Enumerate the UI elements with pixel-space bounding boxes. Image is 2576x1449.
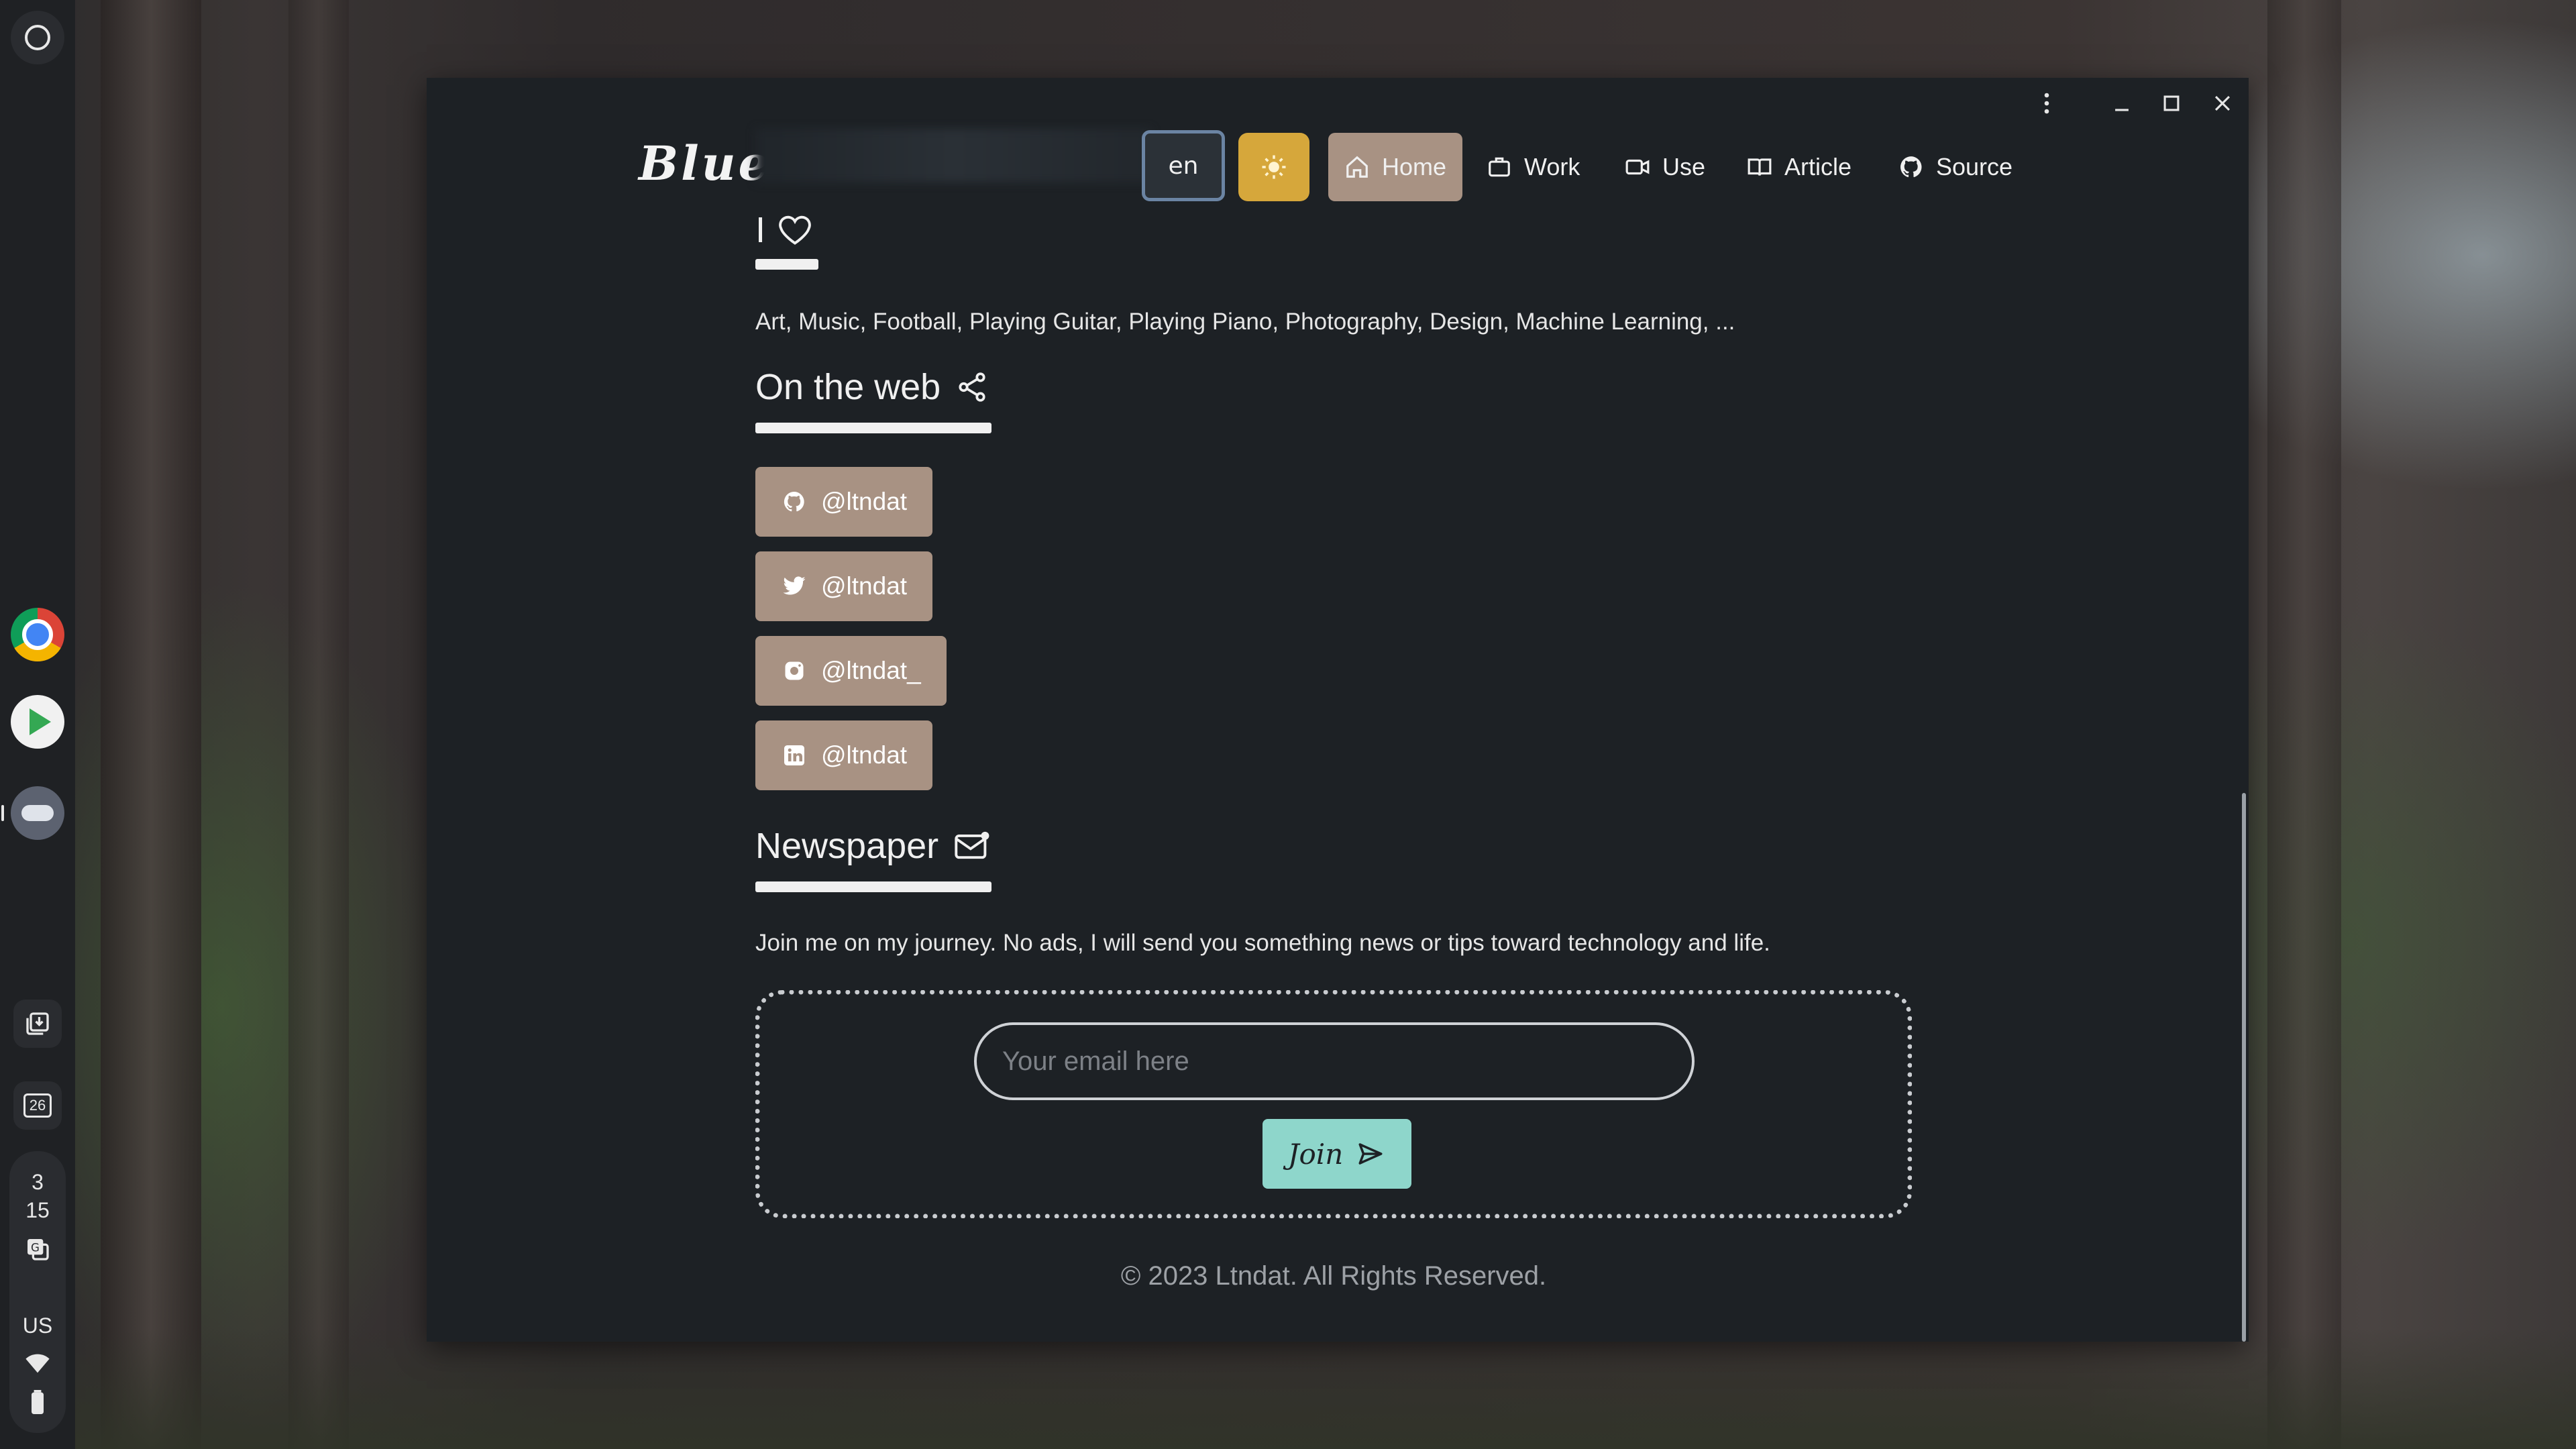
translate-icon: G <box>9 1236 66 1268</box>
web-heading-text: On the web <box>755 367 941 407</box>
downloads-icon[interactable] <box>13 1000 62 1048</box>
section-heading-love: I <box>755 209 812 251</box>
interests-text: Art, Music, Football, Playing Guitar, Pl… <box>755 309 1735 335</box>
nav-work-label: Work <box>1524 153 1580 180</box>
wallpaper-tree <box>101 0 201 1449</box>
linkedin-handle: @ltndat <box>821 741 908 769</box>
heading-underline <box>755 259 818 270</box>
book-icon <box>1748 158 1772 176</box>
nav-home[interactable]: Home <box>1328 133 1462 201</box>
join-button[interactable]: Join <box>1263 1119 1411 1189</box>
site-logo[interactable]: Blue <box>639 136 771 191</box>
newspaper-description: Join me on my journey. No ads, I will se… <box>755 930 1770 956</box>
play-store-app-icon[interactable] <box>11 695 64 749</box>
clock-hour: 3 <box>32 1170 44 1194</box>
home-icon <box>1346 156 1368 178</box>
github-icon <box>1900 156 1922 178</box>
nav-work[interactable]: Work <box>1487 133 1580 201</box>
section-heading-web: On the web <box>755 366 989 408</box>
github-link-button[interactable]: @ltndat <box>755 467 933 537</box>
wifi-icon <box>9 1352 66 1379</box>
footer-copyright: © 2023 Ltndat. All Rights Reserved. <box>1120 1261 1547 1291</box>
more-vert-icon[interactable] <box>2037 91 2057 121</box>
maximize-icon[interactable] <box>2160 91 2183 121</box>
app-window: Blue en Home Work Use Article Source I A… <box>427 78 2249 1342</box>
language-button[interactable]: en <box>1142 130 1225 201</box>
calendar-day: 26 <box>23 1093 52 1118</box>
heart-icon <box>779 215 811 245</box>
mail-icon <box>955 831 989 859</box>
github-handle: @ltndat <box>821 488 908 515</box>
blurred-header-region <box>755 129 1151 182</box>
nav-source-label: Source <box>1936 153 2013 180</box>
instagram-handle: @ltndat_ <box>821 657 921 684</box>
linkedin-icon <box>784 745 804 765</box>
instagram-icon <box>785 661 804 680</box>
clock-minute: 15 <box>25 1198 50 1222</box>
status-tray[interactable]: 3 15 G US <box>9 1151 66 1433</box>
wallpaper-tree <box>2267 0 2341 1449</box>
section-heading-newspaper: Newspaper <box>755 825 991 867</box>
twitter-handle: @ltndat <box>821 572 908 600</box>
nav-use-label: Use <box>1662 153 1706 180</box>
share-icon <box>959 372 985 402</box>
active-app-indicator <box>1 805 4 821</box>
love-heading-text: I <box>755 210 766 250</box>
newspaper-heading-text: Newspaper <box>755 826 939 866</box>
wallpaper-tree <box>288 0 349 1449</box>
video-icon <box>1625 159 1650 175</box>
nav-source[interactable]: Source <box>1898 133 2012 201</box>
instagram-link-button[interactable]: @ltndat_ <box>755 636 947 706</box>
twitter-icon <box>783 576 806 595</box>
launcher-icon <box>25 25 50 50</box>
theme-toggle-button[interactable] <box>1238 133 1309 201</box>
launcher-button[interactable] <box>11 11 64 64</box>
battery-icon <box>9 1390 66 1419</box>
heading-underline <box>755 423 991 433</box>
nav-article-label: Article <box>1784 153 1852 180</box>
github-icon <box>784 491 804 512</box>
heading-underline <box>755 881 991 892</box>
sun-icon <box>1262 155 1286 179</box>
close-icon[interactable] <box>2211 91 2234 121</box>
svg-text:G: G <box>31 1241 40 1254</box>
send-icon <box>1358 1143 1383 1165</box>
nav-article[interactable]: Article <box>1747 133 1851 201</box>
owl-app-icon[interactable] <box>11 786 64 840</box>
minimize-icon[interactable] <box>2110 91 2133 121</box>
nav-use[interactable]: Use <box>1625 133 1705 201</box>
scrollbar-thumb[interactable] <box>2242 793 2246 1342</box>
email-input[interactable] <box>974 1022 1695 1100</box>
twitter-link-button[interactable]: @ltndat <box>755 551 933 621</box>
keyboard-locale: US <box>22 1313 53 1338</box>
chrome-app-icon[interactable] <box>11 608 64 661</box>
system-shelf: 26 3 15 G US <box>0 0 75 1449</box>
nav-home-label: Home <box>1381 153 1447 180</box>
calendar-icon[interactable]: 26 <box>13 1081 62 1130</box>
linkedin-link-button[interactable]: @ltndat <box>755 720 933 790</box>
join-label: Join <box>1287 1137 1344 1171</box>
wallpaper-ground <box>0 1328 2576 1449</box>
briefcase-icon <box>1489 157 1510 177</box>
